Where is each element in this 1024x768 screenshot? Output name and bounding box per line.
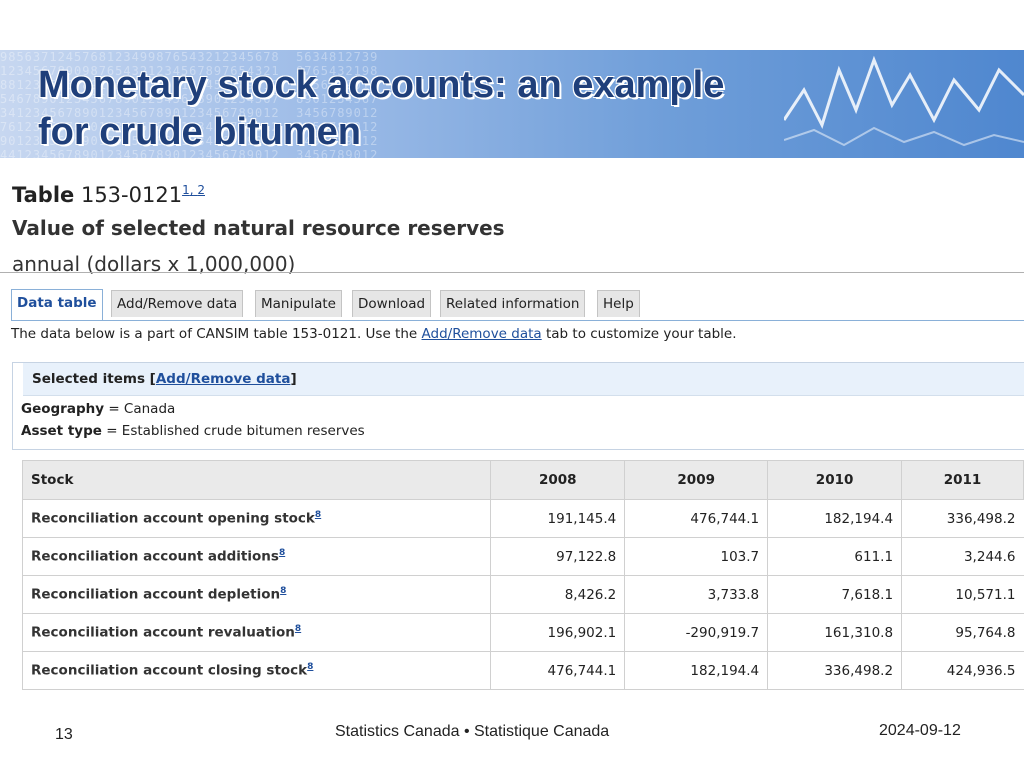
table-cell: 7,618.1: [767, 575, 903, 614]
tab-help[interactable]: Help: [597, 290, 640, 317]
footnote-link-2[interactable]: 2: [197, 183, 205, 197]
slide-title-line2: for crude bitumen: [38, 111, 362, 153]
row-label: Reconciliation account opening stock8: [21, 499, 492, 538]
year-column-header: 2011: [901, 460, 1024, 500]
asset-type-value: = Established crude bitumen reserves: [101, 423, 365, 439]
table-cell: 182,194.4: [624, 651, 769, 690]
table-cell: 95,764.8: [901, 613, 1024, 652]
selected-items-add-remove-link[interactable]: Add/Remove data: [156, 371, 291, 387]
geography-value: = Canada: [104, 401, 176, 417]
table-cell: 336,498.2: [767, 651, 903, 690]
heading-divider: [0, 272, 1024, 273]
table-cell: 476,744.1: [624, 499, 769, 538]
geography-filter: Geography = Canada: [21, 401, 175, 417]
table-label: Table: [12, 183, 75, 207]
note-suffix: tab to customize your table.: [541, 326, 737, 342]
table-row: Reconciliation account depletion8 8,426.…: [21, 575, 1024, 614]
year-column-header: 2009: [624, 460, 769, 500]
row-label-text: Reconciliation account revaluation: [31, 624, 295, 641]
tab-data-table[interactable]: Data table: [11, 289, 103, 320]
table-row: Reconciliation account additions8 97,122…: [21, 537, 1024, 576]
footnote-link[interactable]: 8: [280, 586, 286, 596]
table-cell: 336,498.2: [901, 499, 1024, 538]
footnote-link[interactable]: 8: [307, 662, 313, 672]
selected-items-label: Selected items [: [32, 371, 156, 387]
cansim-heading: Table 153-01211, 2 Value of selected nat…: [12, 176, 505, 279]
asset-type-label: Asset type: [21, 423, 102, 439]
footnote-link[interactable]: 8: [279, 548, 285, 558]
tab-download[interactable]: Download: [352, 290, 432, 317]
slide-footer-source: Statistics Canada • Statistique Canada: [335, 723, 610, 740]
table-cell: 611.1: [767, 537, 903, 576]
row-label-text: Reconciliation account depletion: [31, 586, 281, 603]
row-label: Reconciliation account additions8: [21, 537, 492, 576]
table-cell: 191,145.4: [490, 499, 626, 538]
table-note: The data below is a part of CANSIM table…: [11, 325, 737, 343]
footnote-link[interactable]: 8: [315, 510, 321, 520]
selected-items-heading: Selected items [Add/Remove data]: [23, 363, 1024, 396]
selected-items-bracket: ]: [290, 371, 297, 387]
tab-manipulate[interactable]: Manipulate: [255, 290, 342, 317]
table-cell: 97,122.8: [490, 537, 626, 576]
row-label: Reconciliation account depletion8: [21, 575, 492, 614]
footnote-link[interactable]: 8: [295, 624, 301, 634]
table-cell: 476,744.1: [490, 651, 626, 690]
row-label: Reconciliation account closing stock8: [21, 651, 492, 690]
data-table: Stock 2008 2009 2010 2011 Reconciliation…: [21, 460, 1024, 690]
slide-page-number: 13: [55, 726, 73, 743]
row-label: Reconciliation account revaluation8: [21, 613, 492, 652]
row-label-text: Reconciliation account opening stock: [31, 510, 315, 527]
table-title: Table 153-01211, 2: [12, 176, 505, 209]
table-row: Reconciliation account revaluation8 196,…: [21, 613, 1024, 652]
geography-label: Geography: [21, 401, 105, 417]
row-label-text: Reconciliation account additions: [31, 548, 279, 565]
table-cell: 161,310.8: [767, 613, 903, 652]
table-id: 153-0121: [80, 183, 183, 207]
table-row: Reconciliation account closing stock8 47…: [21, 651, 1024, 690]
asset-type-filter: Asset type = Established crude bitumen r…: [21, 423, 365, 439]
slide-date: 2024-09-12: [879, 722, 961, 739]
slide-title: Monetary stock accounts: an example for …: [38, 62, 724, 156]
line-chart-decoration-icon: [784, 55, 1024, 147]
tab-bar-underline: [11, 320, 1024, 321]
selected-items-panel: Selected items [Add/Remove data] Geograp…: [12, 362, 1024, 450]
table-frequency: annual (dollars x 1,000,000): [12, 252, 296, 276]
note-prefix: The data below is a part of CANSIM table…: [11, 326, 422, 342]
table-cell: 3,733.8: [624, 575, 769, 614]
year-column-header: 2010: [767, 460, 903, 500]
table-cell: 196,902.1: [490, 613, 626, 652]
row-label-text: Reconciliation account closing stock: [31, 662, 308, 679]
table-row: Reconciliation account opening stock8 19…: [21, 499, 1024, 538]
tab-add-remove-data[interactable]: Add/Remove data: [111, 290, 244, 317]
table-cell: 182,194.4: [767, 499, 903, 538]
table-subtitle: Value of selected natural resource reser…: [12, 216, 505, 240]
slide-title-line1: Monetary stock accounts: an example: [38, 64, 725, 106]
tab-related-information[interactable]: Related information: [440, 290, 586, 317]
table-cell: 103.7: [624, 537, 769, 576]
table-cell: 10,571.1: [901, 575, 1024, 614]
table-header-row: Stock 2008 2009 2010 2011: [21, 460, 1024, 500]
note-add-remove-link[interactable]: Add/Remove data: [422, 326, 542, 342]
year-column-header: 2008: [490, 460, 626, 500]
table-cell: 8,426.2: [490, 575, 626, 614]
table-cell: -290,919.7: [624, 613, 769, 652]
footnote-link-1[interactable]: 1: [182, 183, 190, 197]
footnote-separator: ,: [189, 183, 194, 197]
table-cell: 3,244.6: [901, 537, 1024, 576]
stock-column-header: Stock: [21, 460, 492, 500]
table-cell: 424,936.5: [901, 651, 1024, 690]
